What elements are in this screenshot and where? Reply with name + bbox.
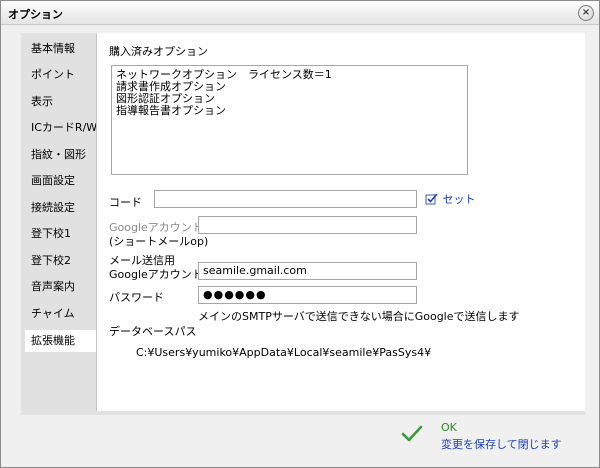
google-account-sub-label: (ショートメールop): [109, 235, 209, 248]
code-label: コード: [109, 196, 142, 209]
password-label: パスワード: [109, 291, 164, 304]
ok-description: 変更を保存して閉じます: [441, 438, 562, 451]
sidebar-item-label: 拡張機能: [31, 334, 75, 347]
checkmark-icon: [401, 425, 423, 442]
sidebar-item-attendance-1[interactable]: 登下校1: [29, 223, 101, 245]
sidebar-item-screen-settings[interactable]: 画面設定: [29, 170, 101, 192]
set-button-label: セット: [442, 193, 476, 206]
password-input[interactable]: ●●●●●●: [198, 286, 417, 304]
sidebar-item-label: 基本情報: [31, 42, 75, 55]
sidebar-item-chime[interactable]: チャイム: [29, 303, 101, 325]
google-account-input[interactable]: [198, 216, 417, 234]
sidebar-item-label: 登下校1: [31, 227, 71, 240]
ok-label: OK: [441, 421, 457, 434]
sidebar-item-label: 接続設定: [31, 201, 75, 214]
sidebar-item-voice-guide[interactable]: 音声案内: [29, 276, 101, 298]
sidebar-item-label: 画面設定: [31, 174, 75, 187]
database-path-label: データベースパス: [109, 325, 197, 338]
code-input[interactable]: [154, 190, 417, 208]
ok-button[interactable]: OK 変更を保存して閉じます: [401, 421, 591, 455]
sidebar-item-label: ICカードR/W: [31, 121, 98, 134]
sidebar-item-attendance-2[interactable]: 登下校2: [29, 250, 101, 272]
sidebar-item-display[interactable]: 表示: [29, 91, 101, 113]
list-item: 指導報告書オプション: [116, 104, 226, 117]
sidebar-item-fingerprint[interactable]: 指紋・図形: [29, 144, 101, 166]
close-button[interactable]: ×: [578, 5, 594, 21]
sidebar-item-label: 指紋・図形: [31, 148, 86, 161]
sidebar-item-basic-info[interactable]: 基本情報: [29, 38, 101, 60]
sidebar-item-ic-card[interactable]: ICカードR/W: [29, 117, 101, 139]
database-path-value: C:¥Users¥yumiko¥AppData¥Local¥seamile¥Pa…: [136, 346, 432, 359]
title-bar: オプション ×: [1, 1, 599, 25]
sidebar-item-label: 登下校2: [31, 254, 71, 267]
window-title: オプション: [8, 8, 63, 21]
sidebar-item-points[interactable]: ポイント: [29, 64, 101, 86]
smtp-note: メインのSMTPサーバで送信できない場合にGoogleで送信します: [198, 310, 520, 323]
options-window: オプション × 基本情報 ポイント 表示 ICカードR/W 指紋・図形 画面設定…: [0, 0, 600, 468]
sidebar-item-label: ポイント: [31, 68, 75, 81]
sidebar-item-connection-settings[interactable]: 接続設定: [29, 197, 101, 219]
edit-check-icon: [425, 193, 438, 205]
sidebar-item-label: 音声案内: [31, 280, 75, 293]
close-icon: ×: [581, 7, 591, 18]
sidebar-item-extensions[interactable]: 拡張機能: [25, 330, 97, 352]
purchased-options-list[interactable]: ネットワークオプション ライセンス数＝1 請求書作成オプション 図形認証オプショ…: [111, 65, 468, 175]
mail-google-account-label: Googleアカウント: [109, 268, 203, 281]
mail-google-account-input[interactable]: seamile.gmail.com: [198, 262, 417, 280]
purchased-options-title: 購入済みオプション: [109, 45, 208, 58]
sidebar-item-label: チャイム: [31, 307, 75, 320]
sidebar-item-label: 表示: [31, 95, 53, 108]
set-button[interactable]: セット: [425, 191, 476, 207]
